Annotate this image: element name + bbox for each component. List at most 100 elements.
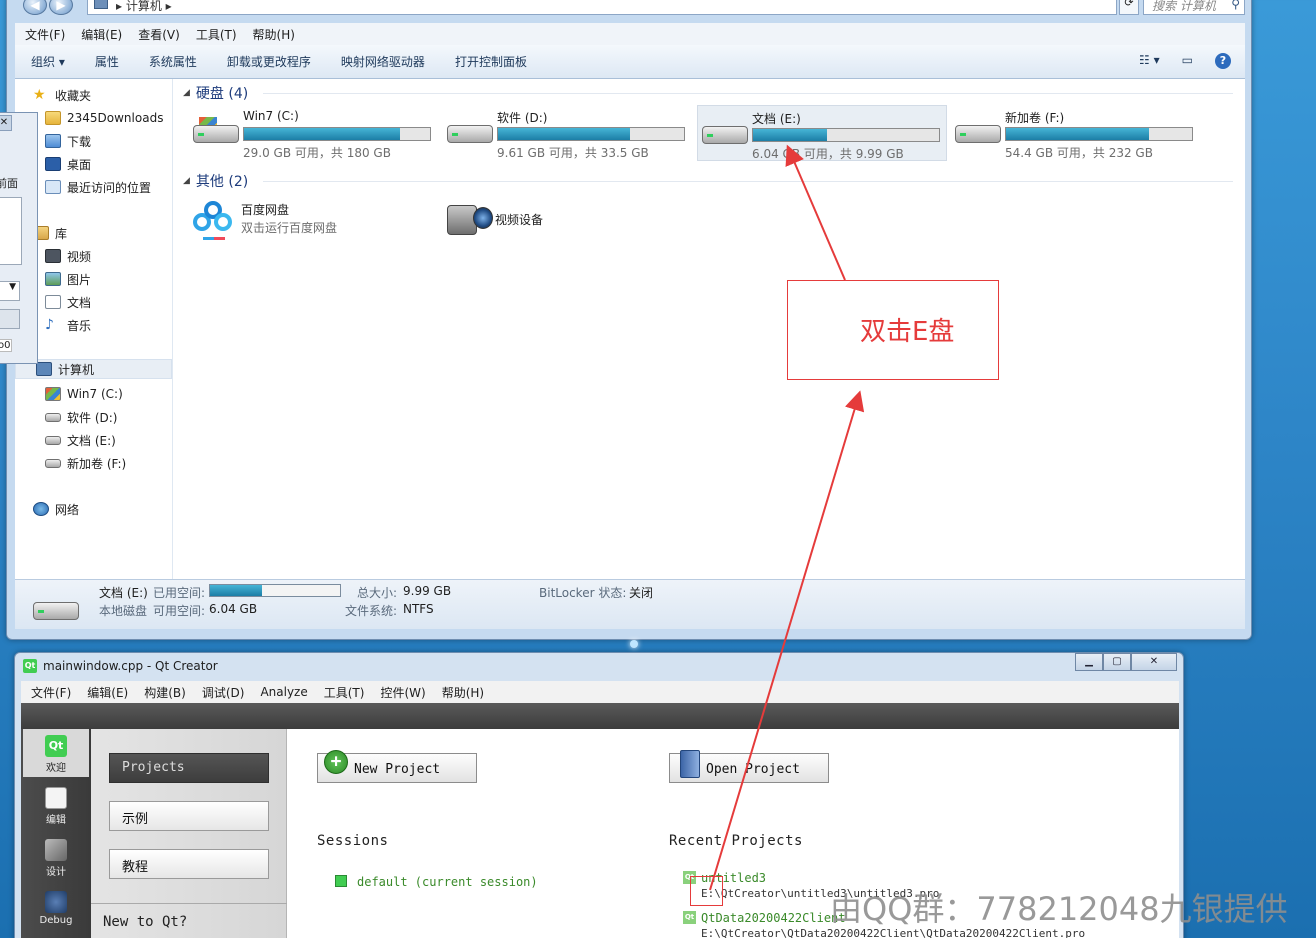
menu-tools[interactable]: 工具(T): [196, 26, 237, 43]
drive-icon: [45, 412, 61, 422]
nav-label: 计算机: [58, 362, 95, 377]
video-icon: [45, 249, 61, 263]
uninstall-button[interactable]: 卸载或更改程序: [227, 53, 311, 70]
button-label: Open Project: [706, 762, 800, 777]
group-header-drives[interactable]: ◢ 硬盘 (4): [183, 84, 248, 102]
menu-file[interactable]: 文件(F): [31, 684, 71, 701]
help-icon[interactable]: ?: [1215, 53, 1231, 69]
menu-view[interactable]: 查看(V): [138, 26, 180, 43]
examples-button[interactable]: 示例: [109, 801, 269, 831]
nav-item-drive-f[interactable]: 新加卷 (F:): [45, 453, 126, 473]
tutorials-button[interactable]: 教程: [109, 849, 269, 879]
nav-item-music[interactable]: ♪ 音乐: [45, 315, 91, 335]
sessions-heading: Sessions: [317, 833, 389, 849]
preview-pane-icon[interactable]: ▭: [1182, 53, 1193, 69]
close-button[interactable]: ✕: [1131, 653, 1177, 671]
minimize-button[interactable]: ▁: [1075, 653, 1103, 671]
properties-button[interactable]: 属性: [95, 53, 119, 70]
nav-computer[interactable]: 计算机: [15, 359, 172, 379]
menu-help[interactable]: 帮助(H): [442, 684, 484, 701]
nav-favorites[interactable]: ★ 收藏夹: [33, 85, 91, 105]
control-panel-button[interactable]: 打开控制面板: [455, 53, 527, 70]
menu-debug[interactable]: 调试(D): [202, 684, 245, 701]
nav-item-drive-e[interactable]: 文档 (E:): [45, 430, 116, 450]
nav-item-documents[interactable]: 文档: [45, 292, 91, 312]
system-drive-icon: [193, 117, 239, 143]
details-free-label: 可用空间:: [153, 604, 206, 618]
nav-item-drive-c[interactable]: Win7 (C:): [45, 384, 123, 404]
menu-widgets[interactable]: 控件(W): [380, 684, 425, 701]
map-drive-button[interactable]: 映射网络驱动器: [341, 53, 425, 70]
recent-projects-heading: Recent Projects: [669, 833, 803, 849]
nav-item-desktop[interactable]: 桌面: [45, 154, 91, 174]
mode-debug[interactable]: Debug: [23, 885, 89, 933]
menu-build[interactable]: 构建(B): [144, 684, 186, 701]
nav-item-2345downloads[interactable]: 2345Downloads: [45, 108, 163, 128]
group-divider: [263, 93, 1233, 94]
dialog-list[interactable]: [0, 197, 22, 265]
mode-label: 欢迎: [46, 763, 66, 774]
recent-places-icon: [45, 180, 61, 194]
system-properties-button[interactable]: 系统属性: [149, 53, 197, 70]
nav-libraries[interactable]: 库: [33, 223, 67, 243]
mode-label: Debug: [39, 915, 73, 926]
menu-help[interactable]: 帮助(H): [253, 26, 295, 43]
annotation-highlight-box: [690, 876, 723, 906]
nav-label: 音乐: [67, 318, 92, 333]
new-project-button[interactable]: + New Project: [317, 750, 477, 783]
open-project-button[interactable]: Open Project: [669, 750, 829, 783]
close-icon[interactable]: ✕: [0, 115, 12, 131]
dialog-dropdown[interactable]: ▼: [0, 281, 20, 301]
search-input[interactable]: 搜索 计算机 ⚲: [1143, 0, 1245, 15]
group-title: 其他 (2): [195, 174, 249, 190]
search-icon: ⚲: [1231, 0, 1240, 11]
baidu-netdisk-tile[interactable]: 百度网盘 双击运行百度网盘: [189, 193, 429, 243]
mode-welcome[interactable]: Qt 欢迎: [23, 729, 89, 777]
drive-tile-d[interactable]: 软件 (D:) 9.61 GB 可用，共 33.5 GB: [443, 105, 693, 161]
projects-button[interactable]: Projects: [109, 753, 269, 783]
drive-tile-c[interactable]: Win7 (C:) 29.0 GB 可用，共 180 GB: [189, 105, 439, 161]
nav-label: 文档: [67, 295, 92, 310]
dialog-button[interactable]: [0, 309, 20, 329]
menu-file[interactable]: 文件(F): [25, 26, 65, 43]
address-separator-icon: ▸: [116, 0, 126, 13]
session-default-link[interactable]: default (current session): [357, 875, 538, 889]
back-button[interactable]: ◀: [23, 0, 47, 15]
maximize-button[interactable]: ▢: [1103, 653, 1131, 671]
organize-button[interactable]: 组织 ▾: [31, 53, 65, 70]
annotation-label: 双击E盘: [860, 317, 955, 347]
nav-item-downloads[interactable]: 下载: [45, 131, 91, 151]
view-options-icon[interactable]: ☷ ▾: [1139, 53, 1160, 69]
nav-item-drive-d[interactable]: 软件 (D:): [45, 407, 117, 427]
glow-indicator: [630, 640, 638, 648]
nav-label: 桌面: [67, 157, 92, 172]
menu-edit[interactable]: 编辑(E): [81, 26, 122, 43]
drive-tile-e[interactable]: 文档 (E:) 6.04 GB 可用，共 9.99 GB: [697, 105, 947, 161]
background-dialog: ✕ 前面 ▼ o0: [0, 112, 38, 364]
menu-edit[interactable]: 编辑(E): [87, 684, 128, 701]
nav-label: 2345Downloads: [67, 111, 164, 125]
mode-edit[interactable]: 编辑: [23, 781, 89, 829]
folder-icon: [45, 111, 61, 125]
details-drive-name: 文档 (E:): [99, 586, 148, 600]
mode-selector: Qt 欢迎 编辑 设计 Debug: [21, 729, 91, 938]
nav-network[interactable]: 网络: [33, 499, 79, 519]
view-tools: ☷ ▾ ▭ ?: [1139, 53, 1231, 69]
menu-analyze[interactable]: Analyze: [260, 685, 307, 699]
address-bar[interactable]: ▸ 计算机 ▸: [87, 0, 1117, 15]
nav-item-videos[interactable]: 视频: [45, 246, 91, 266]
nav-item-pictures[interactable]: 图片: [45, 269, 91, 289]
address-chevron-icon: ▸: [161, 0, 172, 13]
menu-tools[interactable]: 工具(T): [324, 684, 365, 701]
nav-label: 视频: [67, 249, 92, 264]
recent-project-link[interactable]: QtData20200422Client: [701, 911, 846, 925]
mode-design[interactable]: 设计: [23, 833, 89, 881]
nav-label: 图片: [67, 272, 92, 287]
refresh-button[interactable]: ⟳: [1119, 0, 1139, 15]
forward-button[interactable]: ▶: [49, 0, 73, 15]
downloads-icon: [45, 134, 61, 148]
video-device-tile[interactable]: 视频设备: [443, 193, 643, 243]
drive-tile-f[interactable]: 新加卷 (F:) 54.4 GB 可用，共 232 GB: [951, 105, 1201, 161]
group-header-other[interactable]: ◢ 其他 (2): [183, 172, 248, 190]
nav-item-recent[interactable]: 最近访问的位置: [45, 177, 151, 197]
